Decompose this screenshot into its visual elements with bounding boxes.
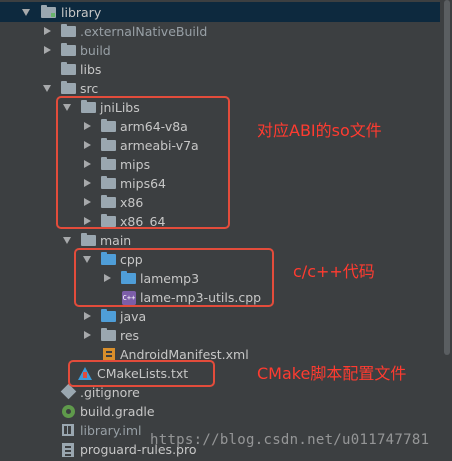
chevron-down-icon[interactable]	[42, 83, 52, 93]
tree-item-label: x86	[120, 195, 144, 210]
tree-item-label: jniLibs	[100, 100, 140, 115]
chevron-right-icon[interactable]	[82, 311, 92, 321]
chevron-right-icon[interactable]	[82, 140, 92, 150]
tree-row-main[interactable]: main	[0, 231, 440, 250]
tree-row-library[interactable]: library	[0, 2, 440, 22]
tree-item-label: armeabi-v7a	[120, 138, 199, 153]
tree-item-label: lame-mp3-utils.cpp	[140, 290, 262, 305]
scrollbar-thumb[interactable]	[444, 0, 450, 355]
tree-row-build[interactable]: build	[0, 41, 440, 60]
chevron-right-icon[interactable]	[82, 216, 92, 226]
tree-item-label: libs	[80, 62, 102, 77]
chevron-right-icon[interactable]	[102, 273, 112, 283]
chevron-right-icon[interactable]	[42, 26, 52, 36]
blue-folder-icon	[101, 252, 116, 265]
blue-folder-icon	[101, 309, 116, 322]
blue-folder-icon	[121, 271, 136, 284]
cmake-icon	[78, 367, 92, 380]
tree-row-gitignore[interactable]: .gitignore	[0, 383, 440, 402]
tree-item-label: mips	[120, 157, 151, 172]
tree-item-label: .externalNativeBuild	[80, 24, 208, 39]
tree-item-label: build	[80, 43, 111, 58]
tree-item-label: build.gradle	[80, 404, 155, 419]
tree-item-label: .gitignore	[80, 385, 140, 400]
watermark-text: https://blog.csdn.net/u011747781	[150, 432, 430, 448]
folder-icon	[101, 157, 116, 170]
tree-item-label: res	[120, 328, 140, 343]
chevron-right-icon[interactable]	[82, 178, 92, 188]
tree-row-jnilibs[interactable]: jniLibs	[0, 98, 440, 117]
tree-item-label: library	[61, 5, 102, 20]
pro-icon	[62, 443, 74, 457]
tree-row-build-gradle[interactable]: build.gradle	[0, 402, 440, 421]
gradle-icon	[62, 405, 75, 418]
tree-item-label: cpp	[120, 252, 143, 267]
manifest-icon	[103, 348, 115, 362]
tree-row-mips[interactable]: mips	[0, 155, 440, 174]
tree-row-lame-mp3-utils-cpp[interactable]: C++ lame-mp3-utils.cpp	[0, 288, 440, 307]
tree-item-label: mips64	[120, 176, 167, 191]
tree-item-label: AndroidManifest.xml	[120, 347, 249, 362]
tree-item-label: x86_64	[120, 214, 166, 229]
project-tree-panel: library .externalNativeBuild build libs …	[0, 0, 452, 461]
tree-item-label: library.iml	[80, 423, 142, 438]
chevron-down-icon[interactable]	[82, 254, 92, 264]
annotation-text-cpp: c/c++代码	[293, 262, 375, 281]
chevron-down-icon[interactable]	[62, 235, 72, 245]
iml-icon	[62, 424, 74, 436]
chevron-right-icon[interactable]	[82, 121, 92, 131]
chevron-right-icon[interactable]	[82, 330, 92, 340]
folder-icon	[81, 233, 96, 246]
chevron-right-icon[interactable]	[42, 45, 52, 55]
module-folder-icon	[41, 5, 56, 18]
chevron-down-icon[interactable]	[62, 102, 72, 112]
annotation-text-cmake: CMake脚本配置文件	[257, 364, 407, 383]
tree-item-label: java	[120, 309, 147, 324]
tree-item-label: main	[100, 233, 132, 248]
folder-icon	[61, 81, 76, 94]
tree-row-res[interactable]: res	[0, 326, 440, 345]
tree-item-label: arm64-v8a	[120, 119, 188, 134]
tree-row-libs[interactable]: libs	[0, 60, 440, 79]
res-folder-icon	[101, 328, 116, 341]
cpp-file-icon: C++	[122, 291, 136, 305]
tree-item-label: CMakeLists.txt	[97, 366, 189, 381]
tree-row-src[interactable]: src	[0, 79, 440, 98]
folder-icon	[61, 24, 76, 37]
folder-icon	[101, 214, 116, 227]
tree-row-x86[interactable]: x86	[0, 193, 440, 212]
tree-item-label: src	[80, 81, 99, 96]
chevron-right-icon[interactable]	[82, 159, 92, 169]
chevron-right-icon[interactable]	[82, 197, 92, 207]
folder-icon	[61, 62, 76, 75]
tree-item-label: lamemp3	[140, 271, 200, 286]
folder-icon	[101, 119, 116, 132]
folder-icon	[81, 100, 96, 113]
vertical-scrollbar[interactable]	[444, 0, 452, 461]
folder-icon	[101, 176, 116, 189]
tree-row-x86-64[interactable]: x86_64	[0, 212, 440, 231]
folder-icon	[101, 138, 116, 151]
tree-row-java[interactable]: java	[0, 307, 440, 326]
folder-icon	[61, 43, 76, 56]
tree-row-externalnativebuild[interactable]: .externalNativeBuild	[0, 22, 440, 41]
git-icon	[60, 383, 77, 400]
tree-row-mips64[interactable]: mips64	[0, 174, 440, 193]
annotation-text-abi: 对应ABI的so文件	[257, 121, 382, 140]
chevron-down-icon[interactable]	[21, 7, 31, 17]
folder-icon	[101, 195, 116, 208]
